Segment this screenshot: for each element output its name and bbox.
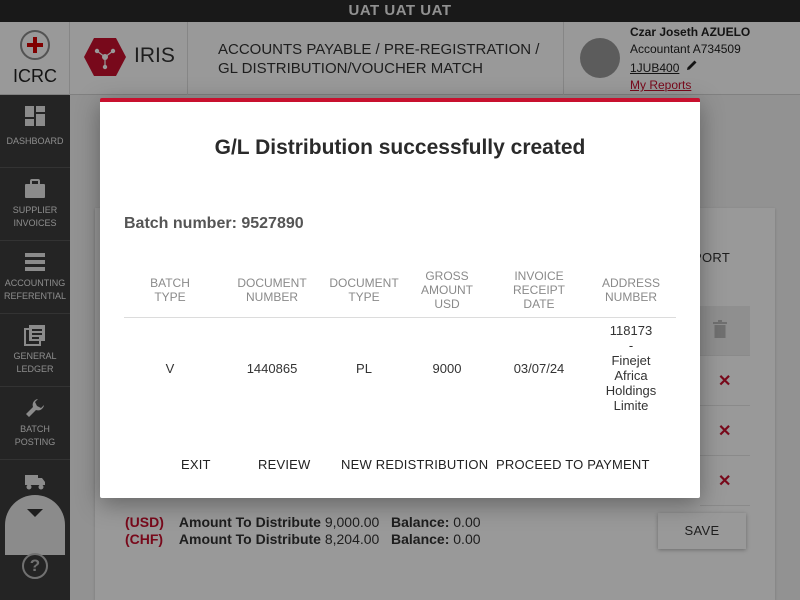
cell-invoice-date: 03/07/24 — [513, 360, 565, 376]
cell-document-type: PL — [356, 360, 372, 376]
exit-button[interactable]: EXIT — [181, 457, 211, 472]
batch-number-value: 9527890 — [241, 215, 304, 232]
column-header-document-number: DOCUMENT NUMBER — [237, 276, 307, 304]
proceed-to-payment-button[interactable]: PROCEED TO PAYMENT — [496, 457, 650, 472]
cell-gross-amount: 9000 — [432, 360, 462, 376]
column-header-batch-type: BATCH TYPE — [150, 276, 190, 304]
success-dialog: G/L Distribution successfully created Ba… — [100, 98, 700, 498]
column-header-document-type: DOCUMENT TYPE — [329, 276, 399, 304]
new-redistribution-button[interactable]: NEW REDISTRIBUTION — [341, 457, 488, 472]
cell-batch-type: V — [165, 360, 175, 376]
column-header-address-number: ADDRESS NUMBER — [601, 276, 660, 304]
cell-document-number: 1440865 — [246, 360, 298, 376]
column-header-gross-amount: GROSS AMOUNT USD — [421, 269, 473, 311]
column-header-invoice-date: INVOICE RECEIPT DATE — [512, 269, 565, 311]
table-header: BATCH TYPE DOCUMENT NUMBER DOCUMENT TYPE GR… — [124, 262, 676, 318]
dialog-title: G/L Distribution successfully created — [214, 136, 586, 159]
batch-number-label: Batch number: — [124, 215, 237, 232]
table-row: V 1440865 PL 9000 03/07/24 118173 - Fine… — [124, 318, 676, 418]
dialog-actions: EXIT REVIEW NEW REDISTRIBUTION PROCEED T… — [100, 457, 700, 481]
batch-number-line: Batch number: 9527890 — [124, 215, 304, 233]
review-button[interactable]: REVIEW — [258, 457, 310, 472]
cell-address-number: 118173 - Finejet Africa Holdings Limite — [605, 323, 657, 413]
